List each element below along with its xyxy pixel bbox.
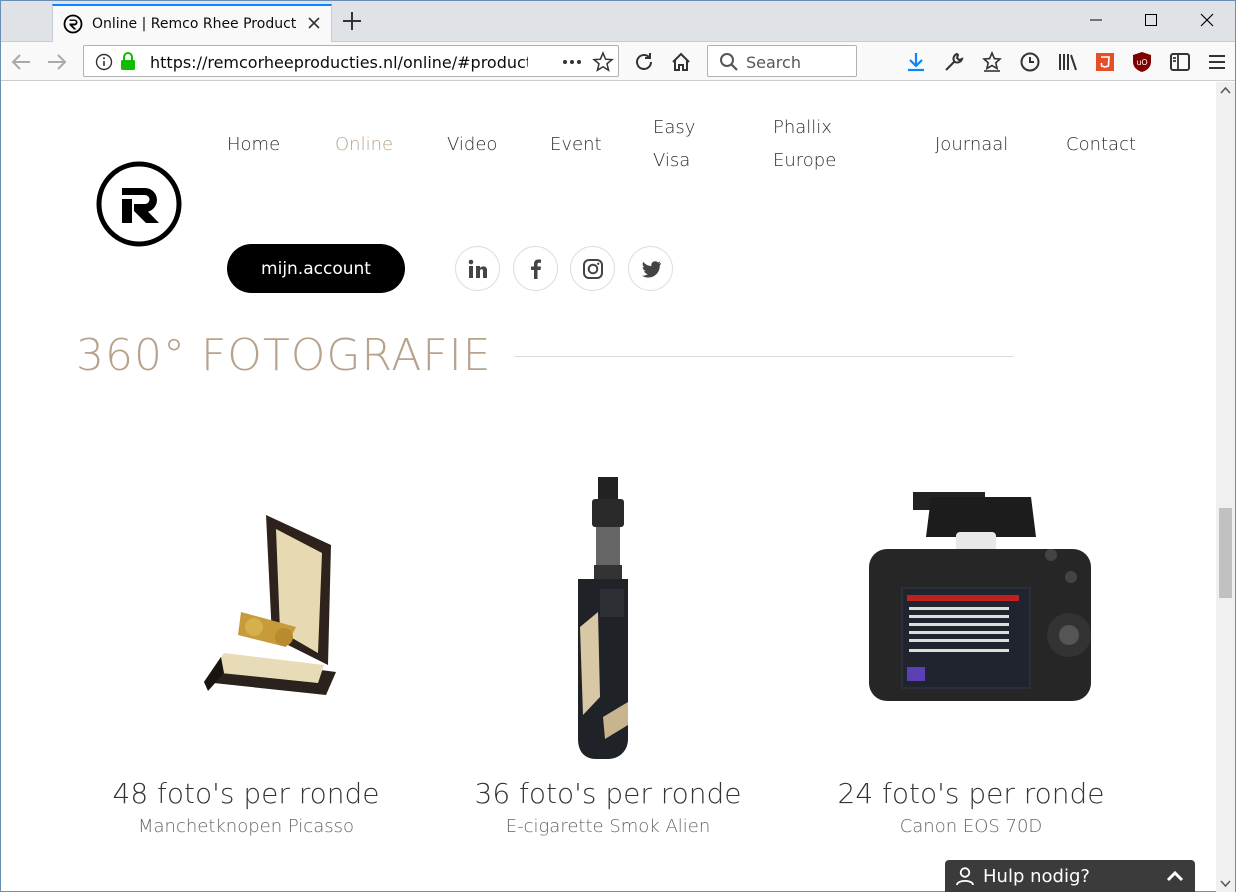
search-input[interactable]: Search — [707, 45, 857, 77]
canon-camera-image — [869, 492, 1091, 701]
site-favicon-icon — [63, 14, 83, 34]
bookmark-star-icon[interactable] — [592, 51, 614, 73]
ublock-extension-button[interactable]: uO — [1129, 49, 1155, 75]
new-tab-icon[interactable] — [341, 10, 363, 32]
menu-item-home[interactable]: Home — [227, 128, 280, 161]
minimize-button[interactable] — [1073, 1, 1119, 39]
twitter-button[interactable] — [628, 246, 673, 291]
scroll-up-icon[interactable] — [1220, 86, 1231, 94]
product-card[interactable]: 48 foto's per ronde Manchetknopen Picass… — [81, 477, 411, 837]
twitter-icon — [641, 260, 661, 277]
e-cigarette-image — [578, 477, 628, 759]
product-photo-count: 36 foto's per ronde — [474, 777, 742, 810]
download-icon — [908, 53, 924, 72]
user-icon — [956, 867, 974, 886]
library-icon — [1059, 54, 1077, 71]
linkedin-icon — [468, 259, 487, 278]
product-card[interactable]: 24 foto's per ronde Canon EOS 70D — [806, 477, 1136, 837]
product-name: Canon EOS 70D — [899, 816, 1043, 837]
scrollbar-thumb[interactable] — [1219, 508, 1232, 598]
cufflinks-box-image — [204, 515, 336, 695]
info-icon[interactable] — [95, 53, 113, 71]
address-bar[interactable]: https://remcorheeproducties.nl/online/#p… — [83, 45, 619, 77]
product-name: Manchetknopen Picasso — [137, 816, 355, 837]
menu-button[interactable] — [1204, 49, 1230, 75]
forward-button[interactable] — [44, 49, 70, 75]
menu-item-online[interactable]: Online — [335, 128, 393, 161]
bookmark-menu-icon — [982, 51, 1002, 72]
help-label: Hulp nodig? — [983, 865, 1090, 887]
product-name: E-cigarette Smok Alien — [505, 816, 711, 837]
site-logo-icon[interactable] — [96, 161, 182, 247]
lock-icon[interactable] — [120, 52, 136, 71]
home-icon — [672, 52, 690, 71]
page-actions-icon[interactable] — [562, 59, 582, 65]
clock-icon — [1020, 52, 1040, 72]
linkedin-button[interactable] — [455, 246, 500, 291]
page-content: Home Online Video Event Easy Visa Phalli… — [1, 82, 1216, 892]
history-button[interactable] — [1017, 49, 1043, 75]
tab-title: Online | Remco Rhee Producties — [92, 16, 297, 32]
reload-button[interactable] — [631, 49, 657, 75]
close-window-button[interactable] — [1184, 1, 1230, 39]
navigation-bar: https://remcorheeproducties.nl/online/#p… — [1, 42, 1235, 81]
vertical-scrollbar[interactable] — [1216, 82, 1235, 892]
library-button[interactable] — [1055, 49, 1081, 75]
hamburger-menu-icon — [1209, 55, 1225, 69]
html5-extension-button[interactable] — [1092, 49, 1118, 75]
back-arrow-icon — [11, 54, 30, 70]
facebook-icon — [530, 259, 541, 279]
menu-item-event[interactable]: Event — [550, 128, 602, 161]
tab-strip: Online | Remco Rhee Producties — [1, 1, 1235, 42]
menu-item-easy-visa[interactable]: Easy Visa — [653, 111, 717, 177]
reload-icon — [636, 53, 652, 70]
url-text: https://remcorheeproducties.nl/online/#p… — [150, 53, 528, 72]
product-photo-count: 24 foto's per ronde — [837, 777, 1105, 810]
svg-text:uO: uO — [1136, 58, 1147, 67]
product-card[interactable]: 36 foto's per ronde E-cigarette Smok Ali… — [443, 477, 773, 837]
chevron-up-icon[interactable] — [1165, 866, 1185, 886]
downloads-button[interactable] — [903, 49, 929, 75]
search-icon — [720, 53, 738, 71]
forward-arrow-icon — [48, 54, 67, 70]
section-divider — [514, 356, 1014, 357]
scroll-down-icon[interactable] — [1220, 880, 1231, 888]
back-button[interactable] — [8, 49, 34, 75]
instagram-icon — [582, 258, 603, 279]
browser-window: Online | Remco Rhee Producties https://r… — [0, 0, 1236, 892]
html5-icon — [1096, 53, 1114, 71]
close-tab-icon[interactable] — [305, 14, 323, 32]
bookmarks-star-button[interactable] — [979, 49, 1005, 75]
ublock-shield-icon: uO — [1133, 52, 1151, 72]
menu-item-phallix-europe[interactable]: Phallix Europe — [773, 111, 853, 177]
wrench-icon — [945, 52, 964, 71]
sidebar-button[interactable] — [1167, 49, 1193, 75]
maximize-button[interactable] — [1128, 1, 1174, 39]
section-title: 360° FOTOGRAFIE — [76, 330, 492, 381]
home-button[interactable] — [668, 49, 694, 75]
menu-item-contact[interactable]: Contact — [1066, 128, 1136, 161]
product-photo-count: 48 foto's per ronde — [112, 777, 380, 810]
sidebar-icon — [1170, 53, 1190, 71]
close-window-icon — [1200, 13, 1214, 27]
help-widget[interactable]: Hulp nodig? — [945, 860, 1195, 892]
menu-item-video[interactable]: Video — [447, 128, 497, 161]
search-placeholder: Search — [746, 53, 801, 72]
instagram-button[interactable] — [570, 246, 615, 291]
menu-item-journaal[interactable]: Journaal — [935, 128, 1008, 161]
browser-tab-active[interactable]: Online | Remco Rhee Producties — [52, 4, 332, 42]
minimize-icon — [1090, 19, 1102, 21]
account-button[interactable]: mijn.account — [227, 244, 405, 293]
developer-tools-button[interactable] — [941, 49, 967, 75]
maximize-icon — [1145, 14, 1157, 26]
facebook-button[interactable] — [513, 246, 558, 291]
